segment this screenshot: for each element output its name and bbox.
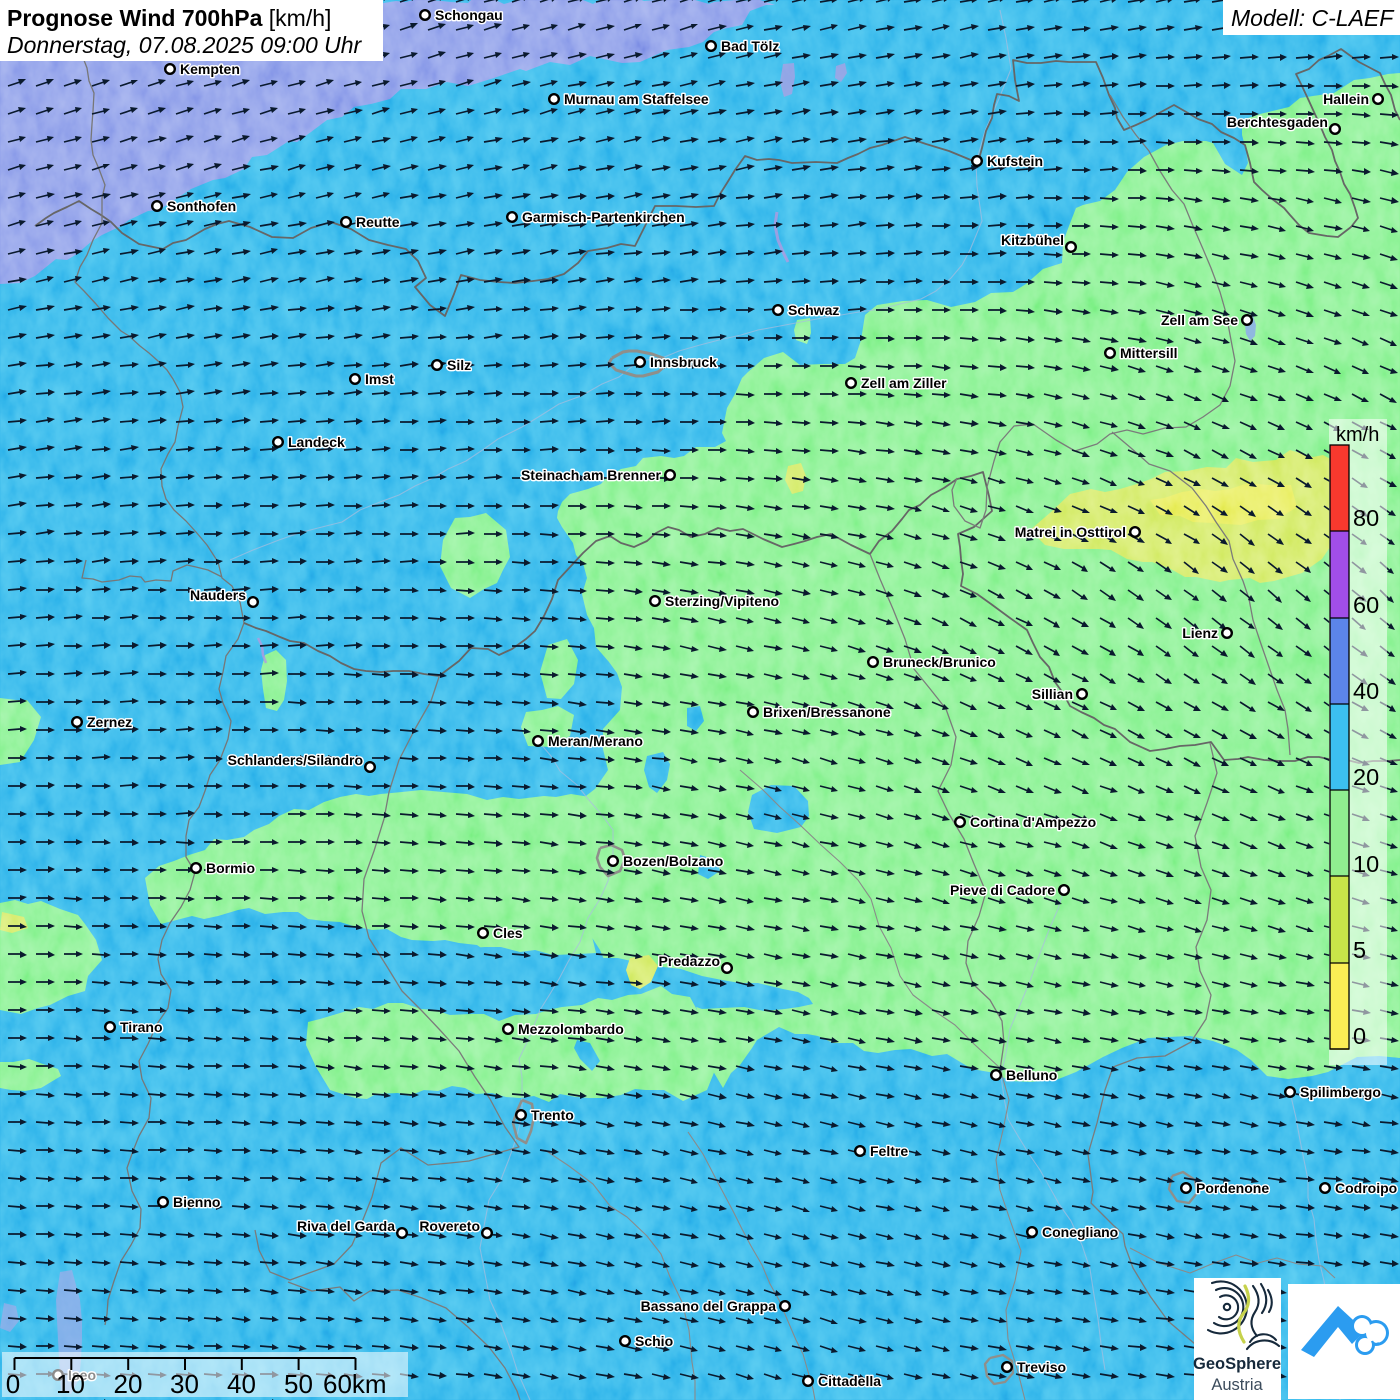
svg-text:Cittadella: Cittadella (818, 1373, 881, 1389)
svg-text:60: 60 (1353, 592, 1379, 618)
svg-text:Silz: Silz (447, 357, 471, 373)
svg-text:Reutte: Reutte (356, 214, 400, 230)
svg-text:Trento: Trento (531, 1107, 574, 1123)
svg-text:Sonthofen: Sonthofen (167, 198, 236, 214)
svg-text:20: 20 (1353, 764, 1379, 790)
svg-text:Imst: Imst (365, 371, 394, 387)
svg-text:10: 10 (56, 1369, 85, 1399)
svg-text:Innsbruck: Innsbruck (650, 354, 717, 370)
svg-text:5: 5 (1353, 937, 1366, 963)
svg-text:GeoSphere: GeoSphere (1193, 1355, 1281, 1373)
svg-text:Bienno: Bienno (173, 1194, 220, 1210)
svg-text:Hallein: Hallein (1323, 91, 1369, 107)
svg-text:Austria: Austria (1211, 1376, 1263, 1394)
svg-text:Schlanders/Silandro: Schlanders/Silandro (228, 752, 363, 768)
svg-text:Cortina d'Ampezzo: Cortina d'Ampezzo (970, 814, 1096, 830)
svg-text:40: 40 (1353, 678, 1379, 704)
svg-text:Steinach am Brenner: Steinach am Brenner (521, 467, 662, 483)
svg-text:Modell: C-LAEF: Modell: C-LAEF (1231, 5, 1395, 31)
svg-text:Feltre: Feltre (870, 1143, 908, 1159)
svg-text:20: 20 (114, 1369, 143, 1399)
svg-text:Bad Tölz: Bad Tölz (721, 38, 779, 54)
svg-text:Bozen/Bolzano: Bozen/Bolzano (623, 853, 723, 869)
svg-text:Lienz: Lienz (1182, 625, 1218, 641)
svg-text:Treviso: Treviso (1017, 1359, 1066, 1375)
svg-text:Conegliano: Conegliano (1042, 1224, 1118, 1240)
svg-text:Sillian: Sillian (1032, 686, 1073, 702)
svg-text:Pordenone: Pordenone (1196, 1180, 1269, 1196)
svg-text:Pieve di Cadore: Pieve di Cadore (950, 882, 1055, 898)
svg-text:Spilimbergo: Spilimbergo (1300, 1084, 1381, 1100)
svg-text:Riva del Garda: Riva del Garda (297, 1218, 395, 1234)
svg-text:Mezzolombardo: Mezzolombardo (518, 1021, 624, 1037)
svg-text:Bruneck/Brunico: Bruneck/Brunico (883, 654, 996, 670)
svg-text:40: 40 (227, 1369, 256, 1399)
svg-text:30: 30 (170, 1369, 199, 1399)
svg-text:Kempten: Kempten (180, 61, 240, 77)
svg-text:Nauders: Nauders (190, 587, 246, 603)
svg-text:0: 0 (1353, 1023, 1366, 1049)
svg-text:Sterzing/Vipiteno: Sterzing/Vipiteno (665, 593, 779, 609)
svg-text:km/h: km/h (1336, 424, 1379, 446)
svg-text:Schio: Schio (635, 1333, 673, 1349)
svg-text:Zell am See: Zell am See (1161, 312, 1238, 328)
svg-text:50: 50 (284, 1369, 313, 1399)
svg-text:Codroipo: Codroipo (1335, 1180, 1397, 1196)
svg-text:10: 10 (1353, 851, 1379, 877)
svg-text:Meran/Merano: Meran/Merano (548, 733, 643, 749)
svg-text:Zernez: Zernez (87, 714, 132, 730)
svg-text:Matrei in Osttirol: Matrei in Osttirol (1015, 524, 1126, 540)
svg-text:Rovereto: Rovereto (419, 1218, 480, 1234)
svg-text:0: 0 (6, 1369, 20, 1399)
svg-text:80: 80 (1353, 505, 1379, 531)
svg-text:Brixen/Bressanone: Brixen/Bressanone (763, 704, 891, 720)
svg-text:Bormio: Bormio (206, 860, 255, 876)
svg-text:Belluno: Belluno (1006, 1067, 1057, 1083)
svg-text:Zell am Ziller: Zell am Ziller (861, 375, 947, 391)
svg-text:Kufstein: Kufstein (987, 153, 1043, 169)
svg-text:Schongau: Schongau (435, 7, 503, 23)
svg-text:Prognose Wind 700hPa [km/h]: Prognose Wind 700hPa [km/h] (7, 5, 331, 31)
svg-text:Murnau am Staffelsee: Murnau am Staffelsee (564, 91, 709, 107)
svg-text:Tirano: Tirano (120, 1019, 163, 1035)
svg-text:Bassano del Grappa: Bassano del Grappa (641, 1298, 777, 1314)
svg-text:Garmisch-Partenkirchen: Garmisch-Partenkirchen (522, 209, 685, 225)
svg-text:60km: 60km (323, 1369, 387, 1399)
svg-text:Schwaz: Schwaz (788, 302, 839, 318)
svg-text:Landeck: Landeck (288, 434, 345, 450)
svg-text:Predazzo: Predazzo (659, 953, 720, 969)
svg-text:Donnerstag, 07.08.2025 09:00 U: Donnerstag, 07.08.2025 09:00 Uhr (7, 32, 363, 58)
svg-text:Cles: Cles (493, 925, 523, 941)
svg-text:Kitzbühel: Kitzbühel (1001, 232, 1064, 248)
svg-text:Mittersill: Mittersill (1120, 345, 1178, 361)
svg-text:Berchtesgaden: Berchtesgaden (1227, 114, 1328, 130)
